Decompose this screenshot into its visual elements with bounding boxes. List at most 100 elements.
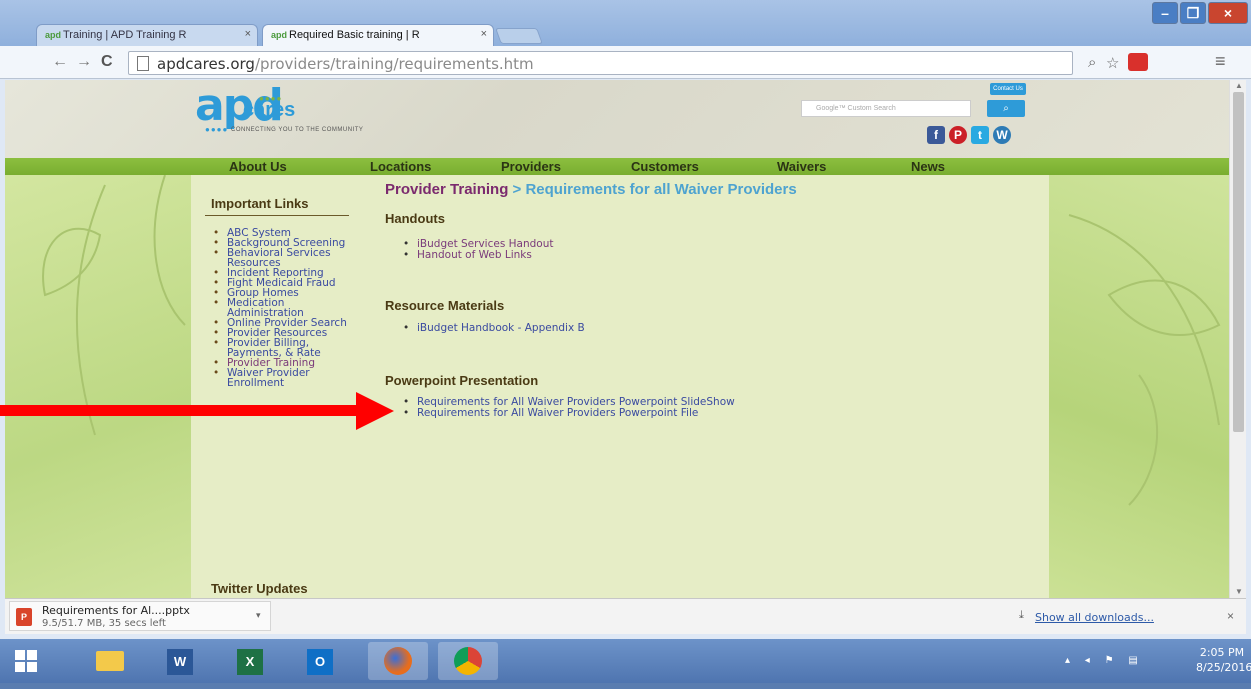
nav-waivers[interactable]: Waivers: [777, 159, 826, 174]
close-icon: ×: [1223, 5, 1233, 21]
powerpoint-list: Requirements for All Waiver Providers Po…: [403, 397, 735, 420]
red-arrow-annotation: [0, 405, 360, 416]
link-ibudget-handbook[interactable]: iBudget Handbook - Appendix B: [403, 323, 585, 335]
folder-icon: [96, 651, 124, 671]
clock-time: 2:05 PM: [1199, 646, 1245, 659]
download-file-name: Requirements for Al....pptx: [42, 604, 190, 617]
scrollbar-thumb[interactable]: [1233, 92, 1244, 432]
close-icon[interactable]: ×: [1227, 609, 1234, 623]
leaf-illustration: [42, 174, 186, 436]
sidebar-item-waiver-provider-enrollment[interactable]: Waiver Provider Enrollment: [211, 368, 361, 389]
twitter-updates-heading: Twitter Updates: [211, 581, 308, 596]
page-title: Provider Training > Requirements for all…: [385, 181, 797, 198]
link-handout-web-links[interactable]: Handout of Web Links: [403, 250, 553, 262]
excel-icon: X: [237, 649, 263, 675]
page-title-text: > Requirements for all Waiver Providers: [508, 181, 797, 198]
system-tray-icons[interactable]: ▴ ◂ ⚑ ▤: [1065, 655, 1144, 666]
windows-logo-icon: [15, 650, 37, 672]
search-icon: ⌕: [1003, 103, 1009, 114]
sidebar-item-provider-billing[interactable]: Provider Billing, Payments, & Rate: [211, 338, 361, 359]
close-window-button[interactable]: ×: [1208, 2, 1248, 24]
new-tab-button[interactable]: [495, 28, 543, 44]
tab-apd-training[interactable]: apd Training | APD Training R ×: [36, 24, 258, 46]
download-status: 9.5/51.7 MB, 35 secs left: [42, 618, 166, 629]
taskbar-clock[interactable]: 2:05 PM 8/25/2016: [1196, 645, 1251, 675]
handouts-heading: Handouts: [385, 211, 445, 226]
apd-favicon-icon: apd: [45, 30, 62, 40]
site-search-input[interactable]: Google™ Custom Search: [801, 100, 971, 117]
red-arrow-head: [356, 392, 394, 430]
restore-icon: ❐: [1186, 5, 1200, 21]
scroll-up-icon[interactable]: ▲: [1235, 81, 1243, 90]
site-header: apd ●●●● cares ●●●● CONNECTING YOU TO TH…: [5, 80, 1229, 158]
windows-taskbar: W X O ▴ ◂ ⚑ ▤ 2:05 PM 8/25/2016: [0, 639, 1251, 683]
powerpoint-heading: Powerpoint Presentation: [385, 373, 539, 388]
show-all-downloads-link[interactable]: Show all downloads...: [1035, 611, 1154, 624]
apd-favicon-icon: apd: [271, 30, 288, 40]
tab-label: Training | APD Training R: [63, 29, 187, 41]
forward-button[interactable]: →: [76, 53, 92, 71]
facebook-icon[interactable]: f: [927, 126, 945, 144]
download-icon: ⤓: [1019, 609, 1024, 621]
nav-customers[interactable]: Customers: [631, 159, 699, 174]
scroll-down-icon[interactable]: ▼: [1235, 587, 1243, 596]
chrome-button[interactable]: [438, 642, 498, 680]
main-content: Important Links ABC System Background Sc…: [191, 175, 1049, 598]
wordpress-icon[interactable]: W: [993, 126, 1011, 144]
bookmark-star-icon[interactable]: ☆: [1106, 54, 1119, 72]
contact-us-button[interactable]: Contact Us: [990, 83, 1026, 95]
extension-icon[interactable]: [1128, 53, 1148, 71]
link-powerpoint-file[interactable]: Requirements for All Waiver Providers Po…: [403, 408, 735, 420]
tab-label: Required Basic training | R: [289, 29, 420, 41]
resource-materials-heading: Resource Materials: [385, 298, 505, 313]
logo-tag-dots: ●●●●: [205, 125, 229, 134]
browser-toolbar: ← → C apdcares.org/providers/training/re…: [0, 46, 1251, 79]
chrome-icon: [454, 647, 482, 675]
reload-button[interactable]: C: [101, 53, 113, 71]
important-links-heading: Important Links: [211, 196, 309, 211]
search-button[interactable]: ⌕: [987, 100, 1025, 117]
back-button[interactable]: ←: [52, 53, 68, 71]
nav-about-us[interactable]: About Us: [229, 159, 287, 174]
zoom-icon[interactable]: ⌕: [1088, 54, 1096, 71]
word-button[interactable]: W: [150, 642, 210, 680]
outlook-button[interactable]: O: [290, 642, 350, 680]
address-host: apdcares.org: [157, 55, 255, 73]
nav-news[interactable]: News: [911, 159, 945, 174]
outlook-icon: O: [307, 649, 333, 675]
important-links-list: ABC System Background Screening Behavior…: [211, 228, 361, 389]
tab-required-basic-training[interactable]: apd Required Basic training | R ×: [262, 24, 494, 46]
resource-materials-list: iBudget Handbook - Appendix B: [403, 323, 585, 335]
firefox-button[interactable]: [368, 642, 428, 680]
breadcrumb-provider-training[interactable]: Provider Training: [385, 181, 508, 198]
sidebar-item-behavioral-services[interactable]: Behavioral Services Resources: [211, 248, 361, 269]
download-item[interactable]: P Requirements for Al....pptx 9.5/51.7 M…: [9, 601, 271, 631]
chevron-down-icon[interactable]: ▾: [256, 610, 261, 621]
decorative-leaf-background-right: [1049, 175, 1229, 598]
address-bar[interactable]: apdcares.org/providers/training/requirem…: [128, 51, 1073, 75]
web-page: apd ●●●● cares ●●●● CONNECTING YOU TO TH…: [5, 80, 1229, 598]
page-icon: [137, 56, 149, 71]
pinterest-icon[interactable]: P: [949, 126, 967, 144]
sidebar-item-medication-administration[interactable]: Medication Administration: [211, 298, 361, 319]
windows-start-button[interactable]: [4, 642, 48, 680]
excel-button[interactable]: X: [220, 642, 280, 680]
browser-window: apd Training | APD Training R × apd Requ…: [0, 0, 1251, 639]
divider: [205, 215, 349, 216]
file-explorer-button[interactable]: [80, 642, 140, 680]
nav-locations[interactable]: Locations: [370, 159, 431, 174]
tab-strip: apd Training | APD Training R × apd Requ…: [0, 0, 1251, 46]
firefox-icon: [384, 647, 412, 675]
nav-providers[interactable]: Providers: [501, 159, 561, 174]
handouts-list: iBudget Services Handout Handout of Web …: [403, 239, 553, 262]
minimize-button[interactable]: –: [1152, 2, 1178, 24]
restore-button[interactable]: ❐: [1180, 2, 1206, 24]
decorative-leaf-background-left: [5, 174, 191, 598]
tab-close-icon[interactable]: ×: [481, 28, 487, 40]
vertical-scrollbar[interactable]: ▲ ▼: [1229, 80, 1246, 598]
menu-icon[interactable]: ≡: [1215, 51, 1226, 72]
tab-close-icon[interactable]: ×: [245, 28, 251, 40]
twitter-icon[interactable]: t: [971, 126, 989, 144]
main-nav: About Us Locations Providers Customers W…: [5, 158, 1229, 175]
minimize-icon: –: [1161, 5, 1169, 21]
